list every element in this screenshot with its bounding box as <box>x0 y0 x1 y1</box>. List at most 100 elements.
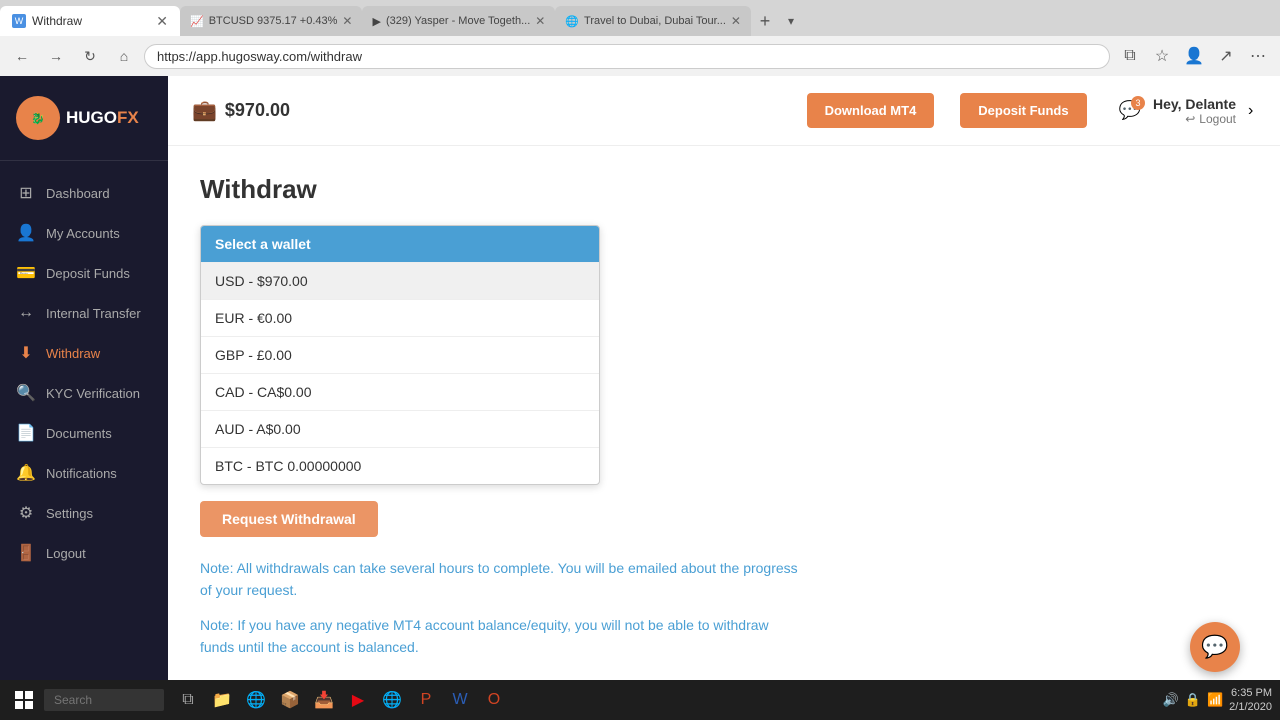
tab-label: BTCUSD 9375.17 +0.43% <box>209 15 338 27</box>
tray-icon-1: 🔊 <box>1163 692 1179 708</box>
sidebar-item-dashboard[interactable]: ⊞ Dashboard <box>0 173 168 213</box>
chat-icon: 💬 <box>1201 634 1228 660</box>
app-header: 💼 $970.00 Download MT4 Deposit Funds 💬 3… <box>168 76 1280 146</box>
sidebar-item-notifications[interactable]: 🔔 Notifications <box>0 453 168 493</box>
home-btn[interactable]: ⌂ <box>110 42 138 70</box>
inactive-tab-1[interactable]: 📈 BTCUSD 9375.17 +0.43% ✕ <box>180 6 362 36</box>
sidebar-item-deposit-funds[interactable]: 💳 Deposit Funds <box>0 253 168 293</box>
chat-button[interactable]: 💬 <box>1190 622 1240 672</box>
notification-badge: 3 <box>1131 96 1145 110</box>
user-info: Hey, Delante ↩ Logout <box>1153 96 1236 126</box>
tab-close-btn[interactable]: ✕ <box>535 14 545 28</box>
taskbar-netflix[interactable]: ▶ <box>342 684 374 716</box>
tray-icon-2: 🔒 <box>1185 692 1201 708</box>
notifications-icon: 🔔 <box>16 463 36 483</box>
sidebar-logo: 🐉 HUGOFX <box>0 76 168 161</box>
logout-arrow-icon: ↩ <box>1185 112 1195 126</box>
wallet-dropdown[interactable]: Select a wallet USD - $970.00 EUR - €0.0… <box>200 225 600 485</box>
transfer-icon: ↔ <box>16 303 36 323</box>
sidebar-item-label: Notifications <box>46 466 117 481</box>
wallet-display: 💼 $970.00 <box>192 98 290 123</box>
user-greeting: Hey, Delante <box>1153 96 1236 112</box>
tab-close-btn[interactable]: ✕ <box>731 14 741 28</box>
sidebar-item-logout[interactable]: 🚪 Logout <box>0 533 168 573</box>
share-icon[interactable]: ↗ <box>1212 42 1240 70</box>
bookmark-icon[interactable]: ☆ <box>1148 42 1176 70</box>
download-mt4-button[interactable]: Download MT4 <box>807 93 935 128</box>
logout-link[interactable]: ↩ Logout <box>1185 112 1236 126</box>
taskbar-word[interactable]: W <box>444 684 476 716</box>
tab-close-btn[interactable]: ✕ <box>156 13 168 30</box>
wallet-option-cad[interactable]: CAD - CA$0.00 <box>201 373 599 410</box>
sidebar-item-label: Withdraw <box>46 346 100 361</box>
sidebar-item-settings[interactable]: ⚙ Settings <box>0 493 168 533</box>
address-text: https://app.hugosway.com/withdraw <box>157 49 362 64</box>
taskbar-ie[interactable]: 🌐 <box>240 684 272 716</box>
sidebar-item-internal-transfer[interactable]: ↔ Internal Transfer <box>0 293 168 333</box>
deposit-icon: 💳 <box>16 263 36 283</box>
wallet-amount: $970.00 <box>225 100 290 121</box>
wallet-option-aud[interactable]: AUD - A$0.00 <box>201 410 599 447</box>
wallet-option-eur[interactable]: EUR - €0.00 <box>201 299 599 336</box>
tab-label: Withdraw <box>32 14 82 28</box>
page-title: Withdraw <box>200 174 1248 205</box>
forward-btn[interactable]: → <box>42 42 70 70</box>
request-withdrawal-button[interactable]: Request Withdrawal <box>200 501 378 537</box>
taskbar-search-input[interactable] <box>44 689 164 711</box>
taskbar-tray: 🔊 🔒 📶 6:35 PM 2/1/2020 <box>1163 686 1272 715</box>
sidebar-item-label: Dashboard <box>46 186 110 201</box>
sidebar-item-label: Internal Transfer <box>46 306 141 321</box>
notifications-bell[interactable]: 💬 3 <box>1119 100 1141 121</box>
main-content: 💼 $970.00 Download MT4 Deposit Funds 💬 3… <box>168 76 1280 720</box>
sidebar-nav: ⊞ Dashboard 👤 My Accounts 💳 Deposit Fund… <box>0 161 168 720</box>
logout-label: Logout <box>1199 112 1236 126</box>
reload-btn[interactable]: ↻ <box>76 42 104 70</box>
sidebar-item-kyc[interactable]: 🔍 KYC Verification <box>0 373 168 413</box>
taskbar-browser[interactable]: 🌐 <box>376 684 408 716</box>
inactive-tab-2[interactable]: ▶ (329) Yasper - Move Togeth... ✕ <box>362 6 555 36</box>
tab-close-btn[interactable]: ✕ <box>342 14 352 28</box>
my-accounts-icon: 👤 <box>16 223 36 243</box>
back-btn[interactable]: ← <box>8 42 36 70</box>
taskbar-powerpoint[interactable]: P <box>410 684 442 716</box>
browser-toolbar: ← → ↻ ⌂ https://app.hugosway.com/withdra… <box>0 36 1280 76</box>
wallet-dropdown-header[interactable]: Select a wallet <box>201 226 599 262</box>
taskbar-date-display: 2/1/2020 <box>1229 700 1272 714</box>
taskbar-task-view[interactable]: ⧉ <box>172 684 204 716</box>
tab-label: Travel to Dubai, Dubai Tour... <box>584 15 726 27</box>
wallet-option-btc[interactable]: BTC - BTC 0.00000000 <box>201 447 599 484</box>
profile-icon[interactable]: 👤 <box>1180 42 1208 70</box>
taskbar-file-explorer[interactable]: 📁 <box>206 684 238 716</box>
taskbar-amazon[interactable]: 📦 <box>274 684 306 716</box>
sidebar-item-my-accounts[interactable]: 👤 My Accounts <box>0 213 168 253</box>
wallet-option-gbp[interactable]: GBP - £0.00 <box>201 336 599 373</box>
page-content: Withdraw Select a wallet USD - $970.00 E… <box>168 146 1280 720</box>
wallet-option-usd[interactable]: USD - $970.00 <box>201 262 599 299</box>
address-bar[interactable]: https://app.hugosway.com/withdraw <box>144 44 1110 69</box>
wallet-icon: 💼 <box>192 98 217 123</box>
kyc-icon: 🔍 <box>16 383 36 403</box>
sidebar-item-label: Documents <box>46 426 112 441</box>
inactive-tab-3[interactable]: 🌐 Travel to Dubai, Dubai Tour... ✕ <box>555 6 751 36</box>
logout-icon: 🚪 <box>16 543 36 563</box>
right-expand: › <box>1248 102 1256 120</box>
tab-label: (329) Yasper - Move Togeth... <box>386 15 530 27</box>
dashboard-icon: ⊞ <box>16 183 36 203</box>
deposit-funds-button[interactable]: Deposit Funds <box>960 93 1086 128</box>
taskbar: ⧉ 📁 🌐 📦 📥 ▶ 🌐 P W O 🔊 🔒 📶 6:35 PM 2/1/20… <box>0 680 1280 720</box>
tab-icon: 📈 <box>190 15 204 28</box>
taskbar-dropbox[interactable]: 📥 <box>308 684 340 716</box>
note-text-2: Note: If you have any negative MT4 accou… <box>200 614 800 659</box>
new-tab-btn[interactable]: + <box>751 7 779 35</box>
tab-list-btn[interactable]: ▾ <box>779 9 803 33</box>
sidebar-item-label: Logout <box>46 546 86 561</box>
sidebar: 🐉 HUGOFX ⊞ Dashboard 👤 My Accounts 💳 Dep… <box>0 76 168 720</box>
taskbar-office[interactable]: O <box>478 684 510 716</box>
sidebar-item-documents[interactable]: 📄 Documents <box>0 413 168 453</box>
extensions-icon[interactable]: ⧉ <box>1116 42 1144 70</box>
start-button[interactable] <box>8 684 40 716</box>
tab-icon: ▶ <box>372 15 380 28</box>
sidebar-item-withdraw[interactable]: ⬇ Withdraw <box>0 333 168 373</box>
menu-icon[interactable]: ⋯ <box>1244 42 1272 70</box>
active-tab[interactable]: W Withdraw ✕ <box>0 6 180 36</box>
